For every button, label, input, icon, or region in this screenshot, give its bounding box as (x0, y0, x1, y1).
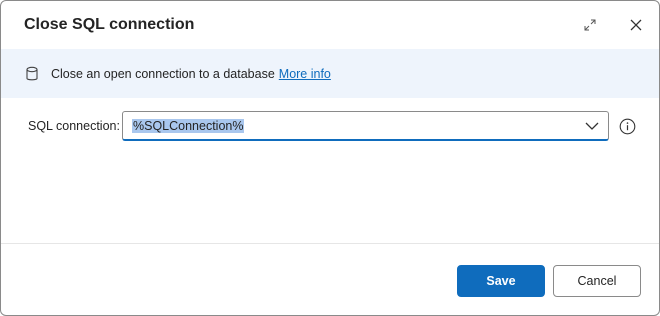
info-icon[interactable] (619, 118, 636, 135)
database-icon (25, 66, 39, 82)
expand-button[interactable] (579, 14, 601, 36)
close-button[interactable] (625, 14, 647, 36)
info-bar: Close an open connection to a database M… (1, 49, 659, 98)
sql-connection-value[interactable]: %SQLConnection% (132, 119, 245, 133)
footer-divider (1, 243, 659, 244)
dialog-title: Close SQL connection (24, 16, 195, 33)
sql-connection-label: SQL connection: (28, 119, 120, 133)
more-info-link[interactable]: More info (279, 67, 331, 81)
save-button[interactable]: Save (457, 265, 545, 297)
expand-icon (584, 19, 596, 31)
sql-connection-dropdown[interactable]: %SQLConnection% (122, 111, 609, 141)
info-text: Close an open connection to a database (51, 66, 275, 81)
close-sql-connection-dialog: Close SQL connection Close an open conne… (0, 0, 660, 316)
close-icon (630, 19, 642, 31)
chevron-down-icon[interactable] (584, 119, 600, 133)
cancel-button[interactable]: Cancel (553, 265, 641, 297)
